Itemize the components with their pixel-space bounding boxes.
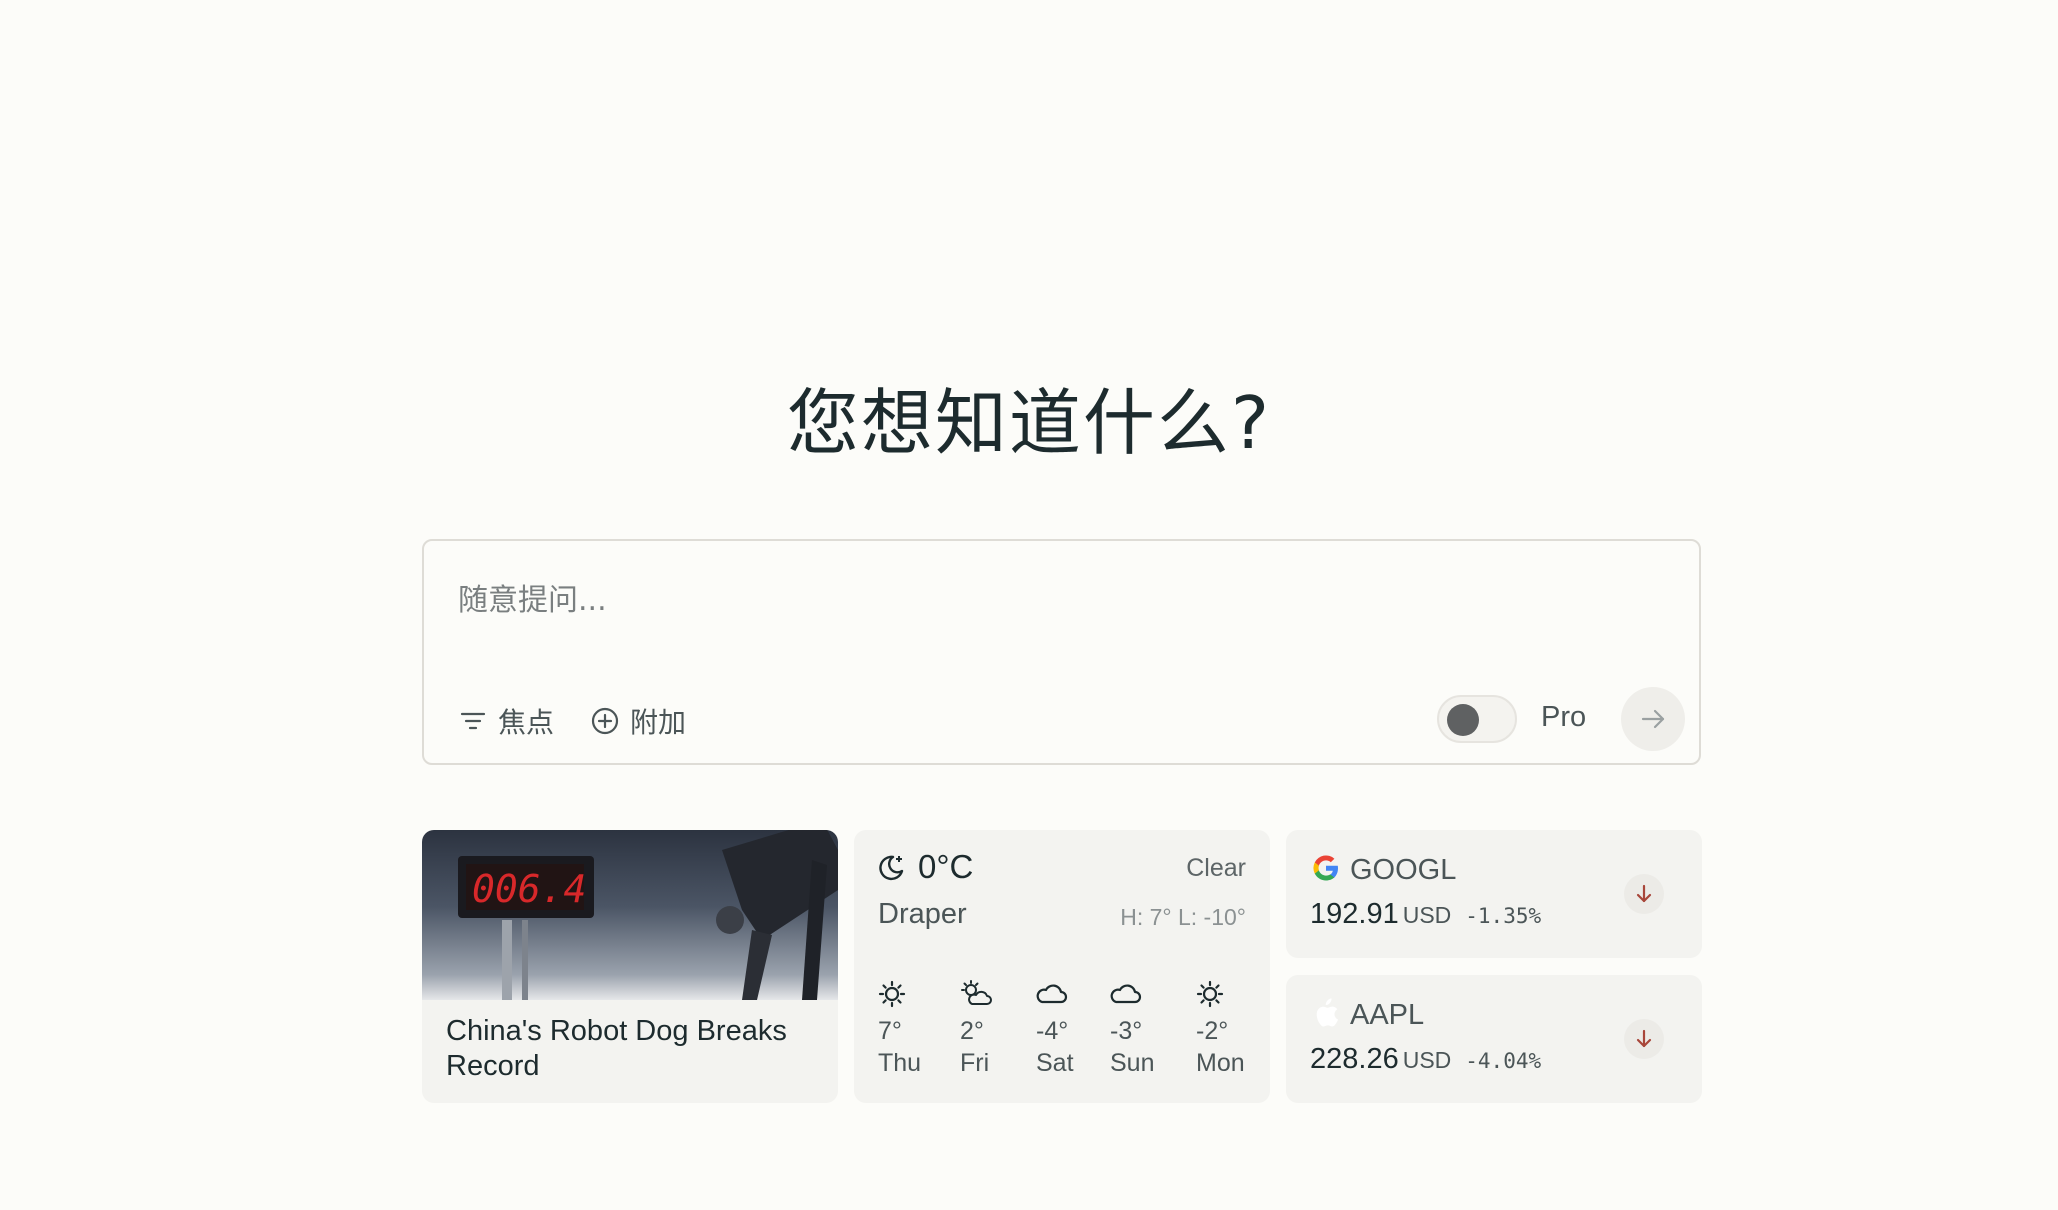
stock-price-row: 228.26 USD -4.04% [1310, 1043, 1541, 1076]
forecast-temp: -4° [1036, 1017, 1069, 1045]
forecast-day: -4° Sat [1036, 980, 1116, 1080]
ticker-symbol: AAPL [1350, 999, 1425, 1031]
current-temperature: 0°C [918, 848, 974, 885]
forecast-day: -2° Mon [1196, 980, 1270, 1080]
cloud-icon [1036, 984, 1068, 1004]
forecast-day-name: Fri [960, 1049, 990, 1077]
weather-condition: Clear [1186, 854, 1246, 882]
partly-cloudy-icon [961, 980, 992, 1005]
moon-clear-icon [879, 855, 904, 881]
weather-forecast: 7° Thu 2° Fri -4° Sat -3° Sun -2° Mon [854, 980, 1270, 1090]
forecast-temp: -2° [1196, 1017, 1229, 1045]
search-input[interactable] [458, 575, 1558, 625]
weather-card[interactable]: 0°C Clear Draper H: 7° L: -10° 7° Thu 2°… [854, 830, 1270, 1103]
ask-box: 焦点 附加 Pro [422, 539, 1701, 765]
focus-button[interactable]: 焦点 [458, 697, 554, 745]
forecast-day: -3° Sun [1110, 980, 1190, 1080]
forecast-temp: 7° [878, 1017, 902, 1045]
trend-down-badge [1624, 1019, 1664, 1059]
apple-logo-icon [1316, 998, 1338, 1027]
stock-price-row: 192.91 USD -1.35% [1310, 898, 1541, 931]
trend-down-badge [1624, 874, 1664, 914]
pro-toggle[interactable] [1437, 695, 1517, 743]
stock-price: 192.91 [1310, 898, 1399, 930]
forecast-temp: 2° [960, 1017, 984, 1045]
stock-card-googl[interactable]: GOOGL 192.91 USD -1.35% [1286, 830, 1702, 958]
stock-currency: USD [1402, 902, 1452, 928]
toggle-knob [1447, 704, 1479, 736]
arrow-down-icon [1636, 1029, 1652, 1048]
stock-change: -4.04% [1465, 1049, 1542, 1073]
submit-button[interactable] [1621, 687, 1685, 751]
forecast-day-name: Sun [1110, 1049, 1155, 1077]
robot-dog-photo: 006.4 [458, 830, 838, 1000]
pro-label: Pro [1541, 701, 1587, 733]
high-low-temperature: H: 7° L: -10° [1120, 904, 1246, 930]
arrow-down-icon [1636, 884, 1652, 903]
sun-icon [1196, 980, 1224, 1008]
forecast-day-name: Mon [1196, 1049, 1245, 1077]
filter-icon [460, 712, 486, 730]
stock-card-aapl[interactable]: AAPL 228.26 USD -4.04% [1286, 975, 1702, 1103]
forecast-day: 2° Fri [960, 980, 1040, 1080]
news-card[interactable]: 006.4 China's Robot Dog Breaks Record [422, 830, 838, 1103]
svg-text:006.4: 006.4 [472, 867, 586, 911]
stock-price: 228.26 [1310, 1043, 1399, 1075]
stock-change: -1.35% [1465, 904, 1542, 928]
news-title: China's Robot Dog Breaks Record [446, 1015, 787, 1082]
forecast-day: 7° Thu [878, 980, 958, 1080]
cloud-icon [1110, 984, 1142, 1004]
ticker-symbol: GOOGL [1350, 854, 1457, 886]
attach-button[interactable]: 附加 [590, 697, 686, 745]
forecast-temp: -3° [1110, 1017, 1143, 1045]
weather-city: Draper [878, 898, 967, 930]
stock-currency: USD [1402, 1047, 1452, 1073]
forecast-day-name: Thu [878, 1049, 922, 1077]
forecast-day-name: Sat [1036, 1049, 1074, 1077]
sun-icon [878, 980, 906, 1008]
arrow-right-icon [1641, 709, 1665, 729]
add-circle-icon [591, 707, 619, 735]
news-thumbnail: 006.4 [422, 830, 838, 1000]
page-title: 您想知道什么? [786, 381, 1272, 465]
google-logo-icon [1313, 855, 1338, 881]
attach-label: 附加 [630, 706, 687, 739]
focus-label: 焦点 [498, 706, 555, 739]
